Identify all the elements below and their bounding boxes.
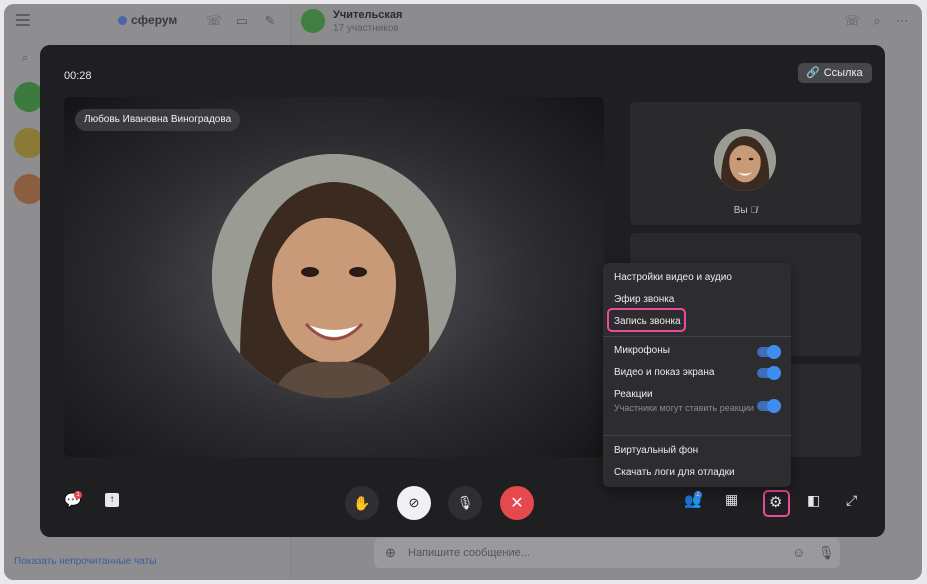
grid-icon[interactable]: ▦ xyxy=(725,491,738,508)
speaker-video: Любовь Ивановна Виноградова xyxy=(64,97,604,457)
show-unread-link[interactable]: Показать непрочитанные чаты xyxy=(14,556,156,567)
compose-icon[interactable]: ✎ xyxy=(263,14,277,28)
message-placeholder: Напишите сообщение... xyxy=(408,547,530,559)
mic-icon: 🎙 xyxy=(456,495,474,510)
mic-icon[interactable]: 🎙 xyxy=(818,545,835,561)
end-call-button[interactable]: ✕ xyxy=(500,486,534,520)
phone-icon[interactable]: ☏ xyxy=(844,14,860,28)
hand-icon: ✋ xyxy=(353,494,371,511)
fullscreen-icon[interactable]: ⤢ xyxy=(846,492,857,509)
archive-icon[interactable]: ▭ xyxy=(235,14,249,28)
menu-icon[interactable] xyxy=(16,14,30,26)
speaker-avatar xyxy=(212,154,456,398)
divider xyxy=(603,336,791,337)
mic-off-icon: 🎙̸ xyxy=(750,205,758,215)
menu-item-broadcast[interactable]: Эфир звонка xyxy=(614,294,674,305)
message-input[interactable]: ⊕ Напишите сообщение... ☺ 🎙 xyxy=(374,538,840,568)
call-timer: 00:28 xyxy=(64,70,92,82)
menu-item-video-audio-settings[interactable]: Настройки видео и аудио xyxy=(614,272,732,283)
divider xyxy=(603,435,791,436)
more-icon[interactable]: ⋯ xyxy=(895,14,909,28)
menu-item-microphones: Микрофоны xyxy=(614,345,670,356)
self-video-tile: Вы 🎙̸ xyxy=(630,102,861,225)
microphones-toggle[interactable] xyxy=(757,345,781,359)
raise-hand-button[interactable]: ✋ xyxy=(345,486,379,520)
mic-button[interactable]: 🎙 xyxy=(448,486,482,520)
settings-menu: Настройки видео и аудио Эфир звонка Запи… xyxy=(603,263,791,487)
gear-highlight xyxy=(763,490,790,517)
chat-subtitle: 17 участников xyxy=(333,23,399,34)
add-icon[interactable]: ⊕ xyxy=(385,545,396,561)
speaker-name: Любовь Ивановна Виноградова xyxy=(75,109,241,131)
screen-share-icon[interactable]: ↑ xyxy=(105,493,119,507)
link-icon: 🔗 xyxy=(806,67,820,79)
menu-item-video-screen: Видео и показ экрана xyxy=(614,367,715,378)
layout-icon[interactable]: ◧ xyxy=(807,492,820,509)
reactions-hint: Участники могут ставить реакции xyxy=(614,403,754,413)
emoji-icon[interactable]: ☺ xyxy=(792,545,805,560)
search-icon[interactable]: ⌕ xyxy=(870,14,884,28)
chat-title: Учительская xyxy=(333,9,403,21)
menu-item-virtual-background[interactable]: Виртуальный фон xyxy=(614,445,698,456)
app-window: сферум ☏ ▭ ✎ ⌕ Показать непрочитанные ча… xyxy=(4,4,922,580)
video-screen-toggle[interactable] xyxy=(757,366,781,380)
app-logo: сферум xyxy=(118,13,177,27)
call-icon[interactable]: ☏ xyxy=(206,14,222,28)
chat-avatar xyxy=(301,9,325,33)
close-icon: ✕ xyxy=(510,495,524,512)
camera-off-icon: ⊘ xyxy=(408,495,420,510)
menu-item-download-logs[interactable]: Скачать логи для отладки xyxy=(614,467,735,478)
link-label: Ссылка xyxy=(823,67,863,79)
link-button[interactable]: 🔗 Ссылка xyxy=(798,63,872,83)
participants-badge: 2 xyxy=(694,491,702,499)
record-highlight xyxy=(607,308,686,332)
reactions-toggle[interactable] xyxy=(757,399,781,413)
self-label: Вы 🎙̸ xyxy=(733,205,758,216)
chat-badge: 1 xyxy=(74,491,82,499)
camera-button[interactable]: ⊘ xyxy=(397,486,431,520)
search-icon[interactable]: ⌕ xyxy=(22,52,28,65)
menu-item-reactions: Реакции xyxy=(614,389,653,400)
self-avatar xyxy=(714,129,776,191)
